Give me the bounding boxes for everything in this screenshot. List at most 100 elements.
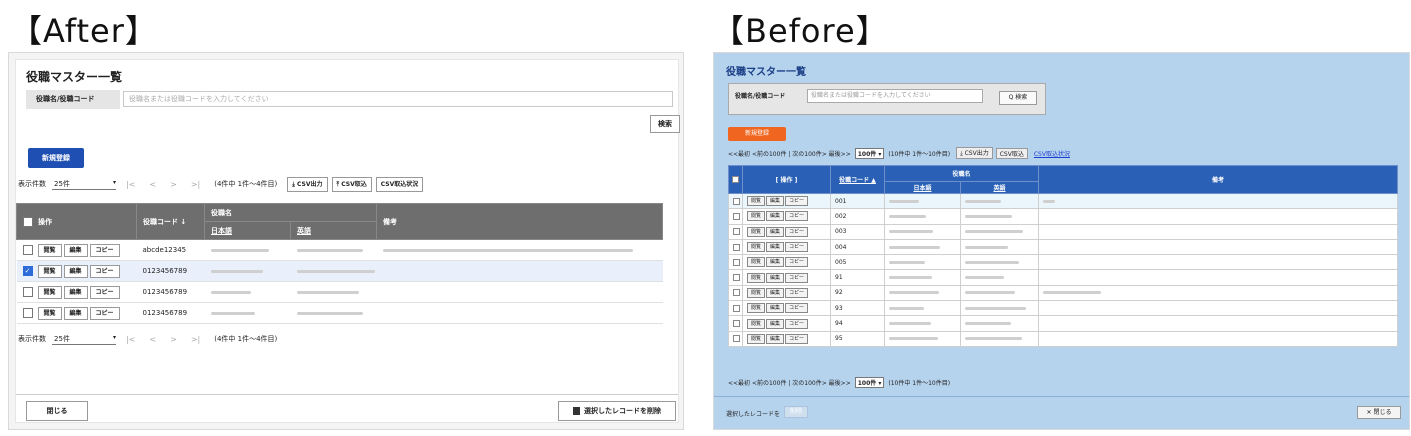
- view-button[interactable]: 閲覧: [37, 306, 62, 320]
- redacted-text: [965, 291, 1015, 295]
- copy-button[interactable]: コピー: [785, 196, 809, 207]
- view-button[interactable]: 閲覧: [37, 285, 62, 299]
- col-code[interactable]: 役職コード ↓: [136, 203, 205, 240]
- col-ja[interactable]: 日本語: [884, 181, 961, 194]
- view-button[interactable]: 閲覧: [37, 264, 62, 278]
- edit-button[interactable]: 編集: [766, 333, 785, 344]
- copy-button[interactable]: コピー: [785, 333, 809, 344]
- prev-page-icon[interactable]: <: [149, 180, 156, 189]
- first-page-icon[interactable]: |<: [126, 335, 135, 344]
- next-page-icon[interactable]: >: [170, 180, 177, 189]
- edit-button[interactable]: 編集: [766, 211, 785, 222]
- copy-button[interactable]: コピー: [785, 257, 809, 268]
- csv-status-link[interactable]: CSV取込状況: [1034, 149, 1070, 158]
- view-button[interactable]: 閲覧: [747, 242, 766, 253]
- view-button[interactable]: 閲覧: [747, 303, 766, 314]
- col-en[interactable]: 英語: [960, 181, 1039, 194]
- row-checkbox[interactable]: [733, 228, 740, 236]
- copy-button[interactable]: コピー: [89, 243, 120, 257]
- view-button[interactable]: 閲覧: [747, 196, 766, 207]
- csv-export-button[interactable]: ⤓ CSV出力: [956, 147, 993, 159]
- row-checkbox[interactable]: [733, 243, 740, 251]
- row-checkbox[interactable]: [22, 244, 33, 255]
- pager-links[interactable]: <<最初 <前の100件 | 次の100件> 最後>>: [728, 149, 851, 158]
- row-checkbox[interactable]: [733, 320, 740, 328]
- search-input[interactable]: 役職名または役職コードを入力してください: [807, 89, 983, 103]
- view-button[interactable]: 閲覧: [747, 257, 766, 268]
- copy-button[interactable]: コピー: [89, 264, 120, 278]
- new-register-button[interactable]: 新規登録: [728, 127, 786, 141]
- col-code[interactable]: 役職コード ▲: [830, 165, 885, 194]
- edit-button[interactable]: 編集: [766, 272, 785, 283]
- note-cell: [1038, 269, 1398, 286]
- close-button[interactable]: 閉じる: [26, 401, 88, 421]
- edit-button[interactable]: 編集: [766, 303, 785, 314]
- row-checkbox[interactable]: [733, 304, 740, 312]
- copy-button[interactable]: コピー: [785, 226, 809, 237]
- copy-button[interactable]: コピー: [785, 211, 809, 222]
- search-button[interactable]: Q 検索: [999, 91, 1037, 105]
- edit-button[interactable]: 編集: [766, 196, 785, 207]
- page-size-select[interactable]: 100件 ▾: [854, 147, 885, 159]
- new-register-button[interactable]: 新規登録: [28, 148, 84, 168]
- copy-button[interactable]: コピー: [89, 285, 120, 299]
- edit-button[interactable]: 編集: [63, 285, 88, 299]
- edit-button[interactable]: 編集: [766, 257, 785, 268]
- row-checkbox[interactable]: [733, 212, 740, 220]
- close-button[interactable]: ✕ 閉じる: [1357, 406, 1401, 419]
- delete-button[interactable]: 削除: [784, 406, 808, 418]
- row-checkbox[interactable]: [733, 274, 740, 282]
- pager-links[interactable]: <<最初 <前の100件 | 次の100件> 最後>>: [728, 378, 851, 387]
- view-button[interactable]: 閲覧: [747, 287, 766, 298]
- row-checkbox[interactable]: [733, 335, 740, 343]
- row-checkbox[interactable]: [733, 289, 740, 297]
- col-ja[interactable]: 日本語: [204, 221, 291, 240]
- row-checkbox[interactable]: ✓: [22, 265, 33, 276]
- copy-button[interactable]: コピー: [89, 306, 120, 320]
- redacted-text: [296, 311, 363, 315]
- copy-button[interactable]: コピー: [785, 272, 809, 283]
- redacted-text: [296, 269, 375, 273]
- copy-button[interactable]: コピー: [785, 242, 809, 253]
- next-page-icon[interactable]: >: [170, 335, 177, 344]
- col-en[interactable]: 英語: [290, 221, 377, 240]
- csv-import-button[interactable]: ⤒ CSV取込: [331, 176, 372, 192]
- edit-button[interactable]: 編集: [63, 243, 88, 257]
- select-all-checkbox[interactable]: [732, 176, 739, 183]
- csv-export-button[interactable]: ⤓ CSV出力: [287, 176, 328, 192]
- view-button[interactable]: 閲覧: [747, 318, 766, 329]
- row-checkbox[interactable]: [733, 197, 740, 205]
- copy-button[interactable]: コピー: [785, 303, 809, 314]
- edit-button[interactable]: 編集: [766, 242, 785, 253]
- first-page-icon[interactable]: |<: [126, 180, 135, 189]
- view-button[interactable]: 閲覧: [37, 243, 62, 257]
- edit-button[interactable]: 編集: [63, 264, 88, 278]
- row-checkbox[interactable]: [733, 258, 740, 266]
- row-checkbox[interactable]: [22, 307, 33, 318]
- copy-button[interactable]: コピー: [785, 287, 809, 298]
- view-button[interactable]: 閲覧: [747, 211, 766, 222]
- edit-button[interactable]: 編集: [766, 226, 785, 237]
- edit-button[interactable]: 編集: [766, 318, 785, 329]
- page-size-select[interactable]: 25件 ▾: [52, 179, 116, 190]
- view-button[interactable]: 閲覧: [747, 272, 766, 283]
- page-size-select[interactable]: 100件 ▾: [854, 376, 885, 388]
- row-checkbox[interactable]: [22, 286, 33, 297]
- csv-import-button[interactable]: CSV取込: [995, 147, 1028, 159]
- view-button[interactable]: 閲覧: [747, 333, 766, 344]
- page-size-select[interactable]: 25件 ▾: [52, 334, 116, 345]
- last-page-icon[interactable]: >|: [191, 180, 200, 189]
- search-button[interactable]: 検索: [650, 115, 680, 133]
- csv-status-button[interactable]: CSV取込状況: [375, 176, 424, 192]
- prev-page-icon[interactable]: <: [149, 335, 156, 344]
- edit-button[interactable]: 編集: [766, 287, 785, 298]
- last-page-icon[interactable]: >|: [191, 335, 200, 344]
- select-all-checkbox[interactable]: [23, 216, 33, 227]
- search-input[interactable]: 役職名または役職コードを入力してください: [123, 91, 673, 107]
- delete-selected-button[interactable]: 選択したレコードを削除: [558, 401, 676, 421]
- edit-button[interactable]: 編集: [63, 306, 88, 320]
- ops-cell: 閲覧 編集 コピー: [742, 284, 831, 302]
- ops-cell: 閲覧 編集 コピー: [742, 330, 831, 347]
- copy-button[interactable]: コピー: [785, 318, 809, 329]
- view-button[interactable]: 閲覧: [747, 226, 766, 237]
